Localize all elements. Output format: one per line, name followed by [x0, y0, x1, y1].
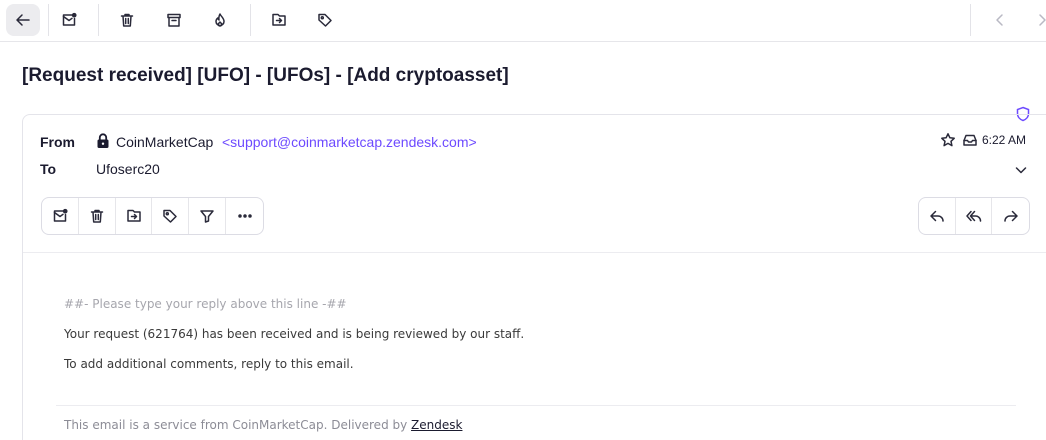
previous-message-button[interactable] — [983, 4, 1017, 36]
header-divider — [23, 252, 1046, 253]
archive-button[interactable] — [157, 4, 191, 36]
toolbar-separator — [48, 4, 49, 36]
more-options-button[interactable] — [226, 198, 263, 234]
lock-icon — [96, 133, 110, 149]
recipient-name[interactable]: Ufoserc20 — [96, 161, 160, 177]
forward-icon — [1003, 210, 1018, 222]
more-dots-icon — [237, 214, 252, 218]
footer-text: This email is a service from CoinMarketC… — [64, 418, 412, 432]
reply-above-line-text: ##- Please type your reply above this li… — [64, 297, 347, 311]
label-tag-icon — [318, 13, 332, 27]
footer-divider — [56, 405, 1016, 406]
reply-all-button[interactable] — [956, 198, 993, 234]
move-to-folder-button[interactable] — [262, 4, 296, 36]
reply-all-icon — [965, 210, 981, 222]
message-actions-right — [918, 197, 1030, 235]
body-paragraph: Your request (621764) has been received … — [64, 327, 525, 341]
next-message-button[interactable] — [1025, 4, 1046, 36]
previous-chevron-icon — [996, 14, 1003, 26]
spam-flame-icon — [215, 13, 225, 27]
toolbar-separator — [98, 4, 99, 36]
message-time: 6:22 AM — [982, 133, 1027, 147]
toolbar-separator — [250, 4, 251, 36]
trash-icon — [120, 13, 134, 27]
zendesk-link[interactable]: Zendesk — [411, 418, 462, 432]
label-tag-icon — [163, 209, 178, 223]
filter-funnel-icon — [200, 210, 214, 223]
sender-name[interactable]: CoinMarketCap — [116, 134, 213, 150]
label-button[interactable] — [152, 198, 190, 234]
body-paragraph: To add additional comments, reply to thi… — [64, 357, 354, 371]
back-button[interactable] — [6, 4, 40, 36]
move-to-folder-icon — [272, 13, 286, 26]
spam-button[interactable] — [203, 4, 237, 36]
filter-button[interactable] — [189, 198, 227, 234]
label-button[interactable] — [308, 4, 342, 36]
inbox-location-icon — [962, 132, 978, 148]
trash-icon — [90, 209, 103, 223]
top-toolbar — [0, 0, 1046, 42]
next-chevron-icon — [1039, 14, 1046, 26]
toolbar-separator — [970, 4, 971, 36]
forward-button[interactable] — [992, 198, 1029, 234]
message-actions-left — [41, 197, 264, 235]
archive-icon — [167, 13, 181, 27]
message-card: From CoinMarketCap <support@coinmarketca… — [22, 114, 1046, 440]
move-to-folder-button[interactable] — [116, 198, 153, 234]
trash-button[interactable] — [110, 4, 144, 36]
from-label: From — [40, 134, 75, 150]
mark-unread-icon — [62, 12, 77, 26]
expand-details-chevron-icon[interactable] — [1013, 162, 1029, 178]
reply-icon — [930, 210, 944, 222]
mark-unread-button[interactable] — [52, 4, 86, 36]
sender-email[interactable]: <support@coinmarketcap.zendesk.com> — [222, 134, 477, 150]
to-label: To — [40, 161, 57, 177]
reply-button[interactable] — [919, 198, 956, 234]
mark-unread-button[interactable] — [42, 198, 79, 234]
email-subject: [Request received] [UFO] - [UFOs] - [Add… — [22, 65, 509, 86]
email-footer: This email is a service from CoinMarketC… — [64, 418, 462, 432]
star-icon[interactable] — [940, 132, 956, 148]
back-arrow-icon — [16, 14, 30, 26]
trash-button[interactable] — [79, 198, 116, 234]
mark-unread-icon — [53, 208, 68, 222]
move-to-folder-icon — [126, 209, 141, 222]
